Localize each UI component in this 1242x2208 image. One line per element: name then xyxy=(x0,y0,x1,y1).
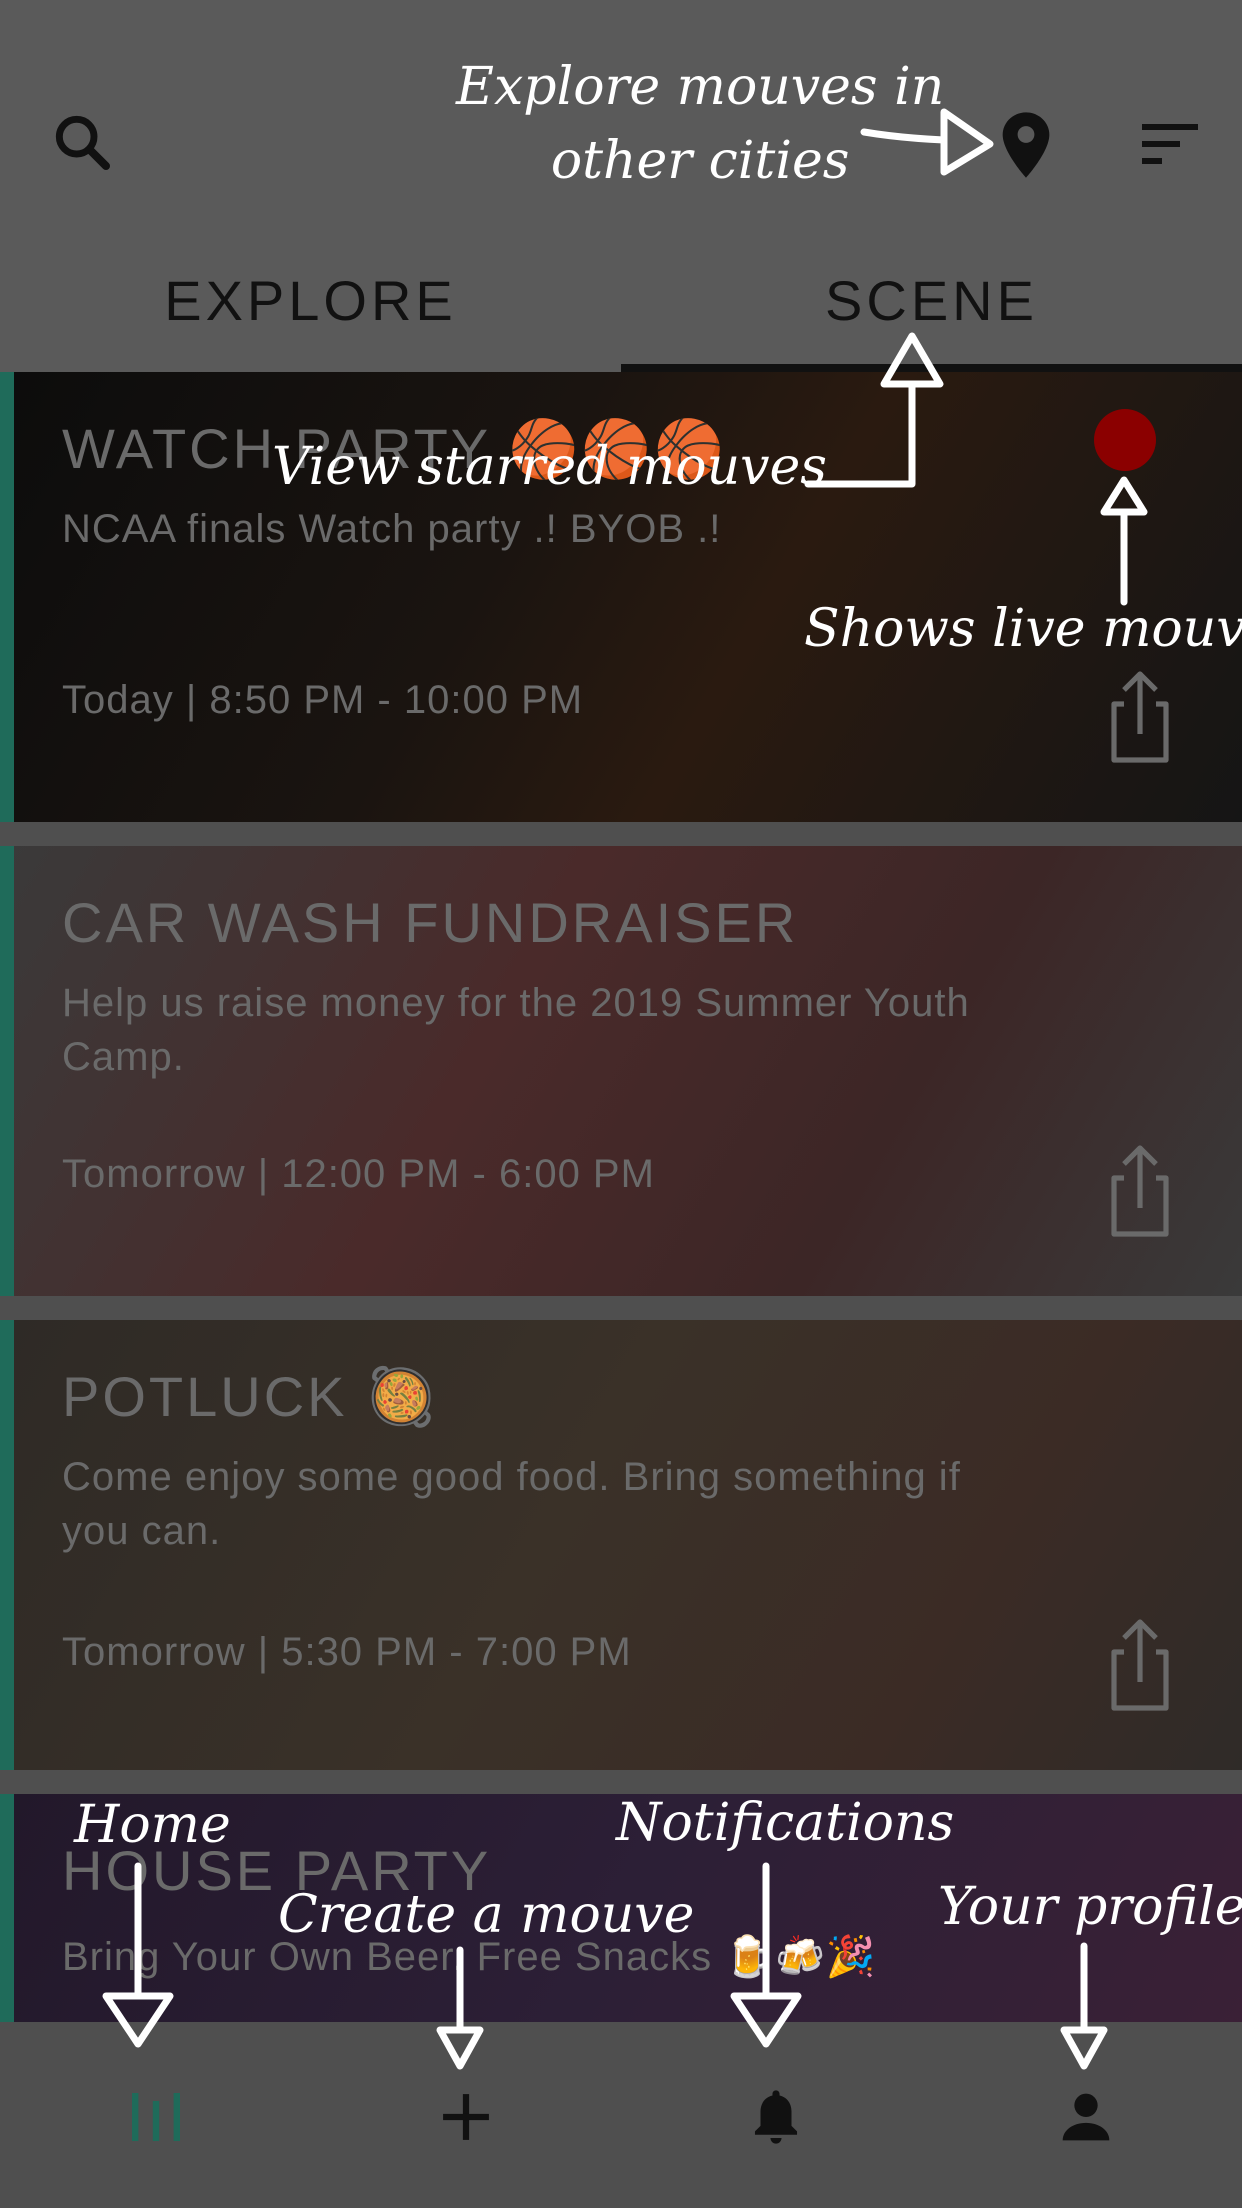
event-card[interactable]: CAR WASH FUNDRAISER Help us raise money … xyxy=(0,846,1242,1296)
home-icon[interactable] xyxy=(96,2062,216,2172)
location-pin-icon[interactable] xyxy=(998,110,1054,180)
annotation-explore-cities: Explore mouves in other cities xyxy=(456,57,945,191)
share-icon[interactable] xyxy=(1104,668,1176,768)
event-description: NCAA finals Watch party .! BYOB .! xyxy=(62,507,722,551)
event-time: Tomorrow | 5:30 PM - 7:00 PM xyxy=(62,1630,632,1674)
plus-icon[interactable] xyxy=(406,2062,526,2172)
tab-explore[interactable]: EXPLORE xyxy=(0,240,621,360)
active-tab-indicator xyxy=(621,364,1242,372)
annotation-live: Shows live mouve xyxy=(804,599,1242,659)
annotation-create: Create a mouve xyxy=(278,1885,695,1945)
event-title: POTLUCK 🥘 xyxy=(62,1365,439,1428)
event-time: Today | 8:50 PM - 10:00 PM xyxy=(62,678,584,722)
person-icon[interactable] xyxy=(1026,2062,1146,2172)
share-icon[interactable] xyxy=(1104,1142,1176,1242)
event-time: Tomorrow | 12:00 PM - 6:00 PM xyxy=(62,1152,655,1196)
event-card[interactable]: POTLUCK 🥘 Come enjoy some good food. Bri… xyxy=(0,1320,1242,1770)
annotation-starred: View starred mouves xyxy=(272,437,827,497)
share-icon[interactable] xyxy=(1104,1616,1176,1716)
card-accent xyxy=(0,1320,14,1770)
card-accent xyxy=(0,372,14,822)
tab-scene[interactable]: SCENE xyxy=(621,240,1242,360)
annotation-profile: Your profile xyxy=(938,1877,1242,1937)
card-accent xyxy=(0,1794,14,2044)
live-indicator xyxy=(1094,409,1156,471)
annotation-notifications: Notifications xyxy=(616,1793,955,1853)
event-description: Come enjoy some good food. Bring somethi… xyxy=(62,1455,961,1553)
card-accent xyxy=(0,846,14,1296)
annotation-home: Home xyxy=(74,1795,231,1855)
bottom-nav xyxy=(0,2022,1242,2208)
event-description: Help us raise money for the 2019 Summer … xyxy=(62,981,970,1079)
sort-icon[interactable] xyxy=(1138,118,1202,170)
search-icon[interactable] xyxy=(50,110,114,174)
tab-bar: EXPLORE SCENE xyxy=(0,240,1242,372)
bell-icon[interactable] xyxy=(716,2062,836,2172)
event-title: CAR WASH FUNDRAISER xyxy=(62,891,799,954)
